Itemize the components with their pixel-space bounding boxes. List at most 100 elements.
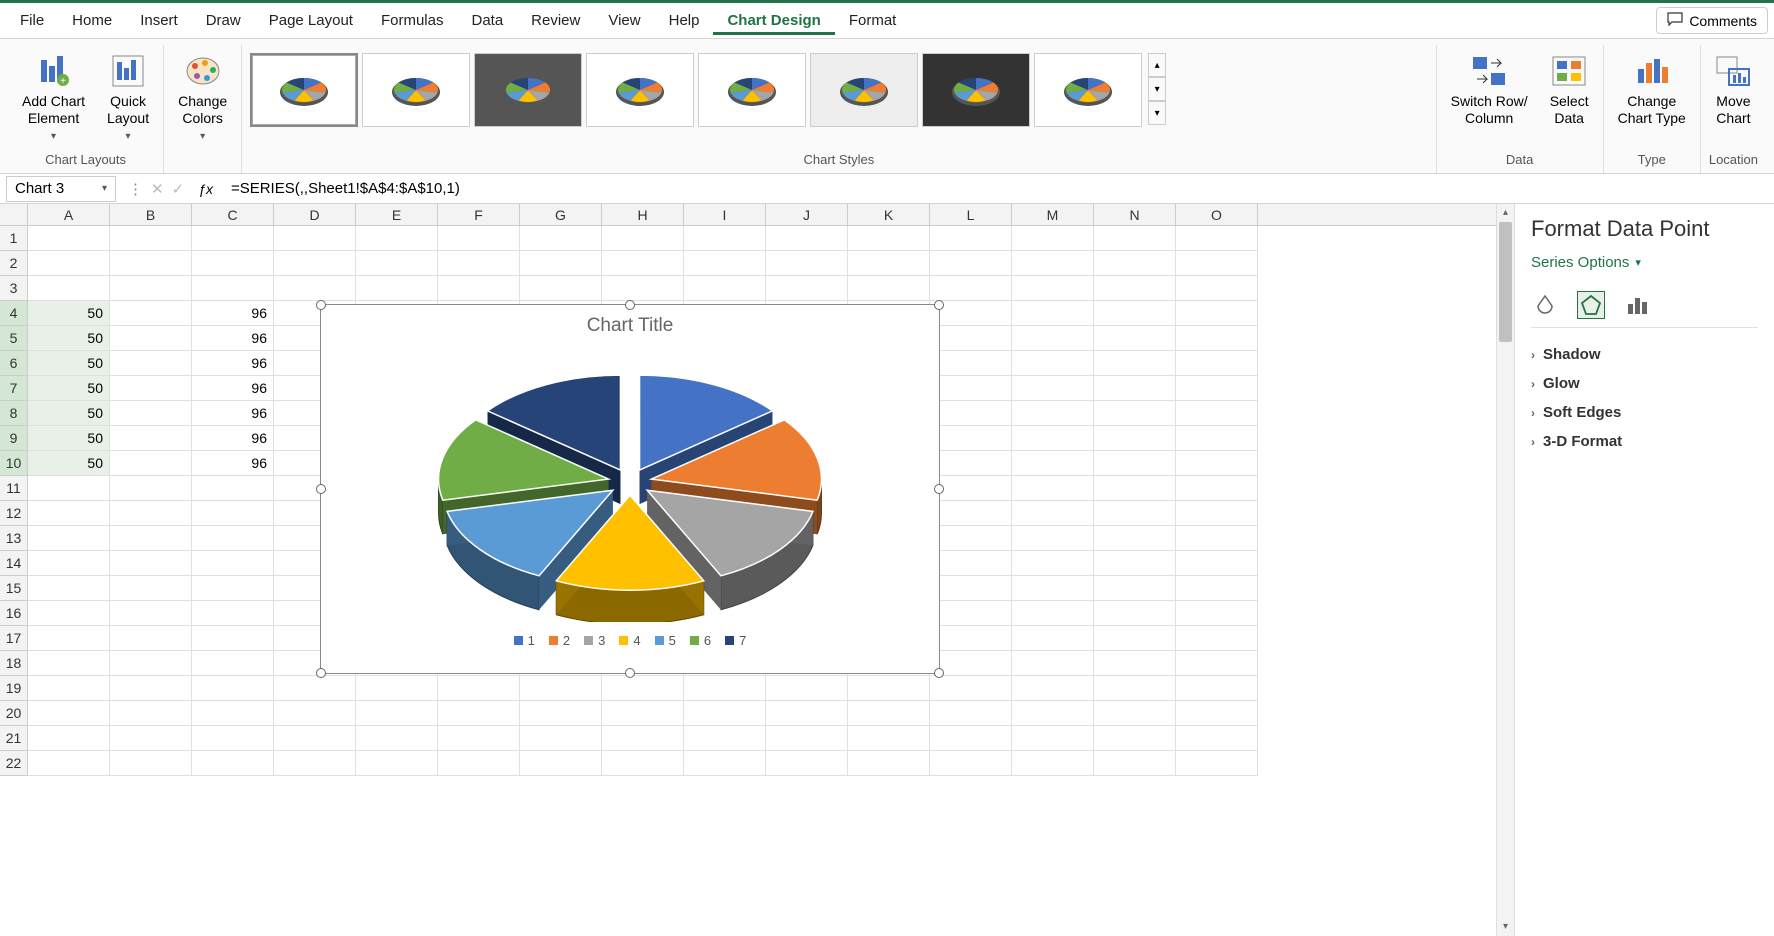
cell-M21[interactable] xyxy=(1012,726,1094,751)
menu-help[interactable]: Help xyxy=(655,6,714,35)
cell-M22[interactable] xyxy=(1012,751,1094,776)
cell-A6[interactable]: 50 xyxy=(28,351,110,376)
cell-O19[interactable] xyxy=(1176,676,1258,701)
cell-A11[interactable] xyxy=(28,476,110,501)
cell-E22[interactable] xyxy=(356,751,438,776)
cell-O22[interactable] xyxy=(1176,751,1258,776)
row-header-12[interactable]: 12 xyxy=(0,501,28,526)
cell-J19[interactable] xyxy=(766,676,848,701)
cell-B21[interactable] xyxy=(110,726,192,751)
cell-L19[interactable] xyxy=(930,676,1012,701)
cell-N22[interactable] xyxy=(1094,751,1176,776)
cell-H21[interactable] xyxy=(602,726,684,751)
column-header-I[interactable]: I xyxy=(684,204,766,225)
cell-C7[interactable]: 96 xyxy=(192,376,274,401)
vertical-scrollbar[interactable]: ▴ ▾ xyxy=(1496,204,1514,936)
cell-O6[interactable] xyxy=(1176,351,1258,376)
cell-O16[interactable] xyxy=(1176,601,1258,626)
resize-handle[interactable] xyxy=(316,300,326,310)
cell-M13[interactable] xyxy=(1012,526,1094,551)
format-section-shadow[interactable]: ›Shadow xyxy=(1531,340,1758,369)
cell-E20[interactable] xyxy=(356,701,438,726)
chart-object[interactable]: Chart Title 1234567 xyxy=(320,304,940,674)
cell-B18[interactable] xyxy=(110,651,192,676)
scroll-down-button[interactable]: ▾ xyxy=(1497,918,1514,936)
cell-G2[interactable] xyxy=(520,251,602,276)
cell-N1[interactable] xyxy=(1094,226,1176,251)
cell-G22[interactable] xyxy=(520,751,602,776)
resize-handle[interactable] xyxy=(934,668,944,678)
cell-C20[interactable] xyxy=(192,701,274,726)
cell-J1[interactable] xyxy=(766,226,848,251)
cell-J21[interactable] xyxy=(766,726,848,751)
cell-N7[interactable] xyxy=(1094,376,1176,401)
cell-B3[interactable] xyxy=(110,276,192,301)
cell-A13[interactable] xyxy=(28,526,110,551)
row-header-3[interactable]: 3 xyxy=(0,276,28,301)
chart-style-5[interactable] xyxy=(698,53,806,127)
series-options-dropdown[interactable]: Series Options ▾ xyxy=(1531,254,1758,271)
cell-F21[interactable] xyxy=(438,726,520,751)
menu-draw[interactable]: Draw xyxy=(192,6,255,35)
cell-M5[interactable] xyxy=(1012,326,1094,351)
row-header-14[interactable]: 14 xyxy=(0,551,28,576)
menu-view[interactable]: View xyxy=(594,6,654,35)
cell-L7[interactable] xyxy=(930,376,1012,401)
cell-B17[interactable] xyxy=(110,626,192,651)
column-header-F[interactable]: F xyxy=(438,204,520,225)
cell-B16[interactable] xyxy=(110,601,192,626)
cell-A8[interactable]: 50 xyxy=(28,401,110,426)
cell-M2[interactable] xyxy=(1012,251,1094,276)
move-chart-button[interactable]: Move Chart xyxy=(1709,49,1757,131)
cell-K2[interactable] xyxy=(848,251,930,276)
cell-M3[interactable] xyxy=(1012,276,1094,301)
cell-F22[interactable] xyxy=(438,751,520,776)
cell-O11[interactable] xyxy=(1176,476,1258,501)
cell-A9[interactable]: 50 xyxy=(28,426,110,451)
column-header-G[interactable]: G xyxy=(520,204,602,225)
gallery-down-button[interactable]: ▾ xyxy=(1148,77,1166,101)
cancel-icon[interactable]: ✕ xyxy=(151,180,164,198)
row-header-2[interactable]: 2 xyxy=(0,251,28,276)
cell-C18[interactable] xyxy=(192,651,274,676)
cell-N13[interactable] xyxy=(1094,526,1176,551)
cell-L9[interactable] xyxy=(930,426,1012,451)
row-header-19[interactable]: 19 xyxy=(0,676,28,701)
cell-F1[interactable] xyxy=(438,226,520,251)
change-colors-button[interactable]: Change Colors ▾ xyxy=(172,49,233,147)
scroll-up-button[interactable]: ▴ xyxy=(1497,204,1514,222)
select-data-button[interactable]: Select Data xyxy=(1544,49,1595,131)
cell-M14[interactable] xyxy=(1012,551,1094,576)
cell-F2[interactable] xyxy=(438,251,520,276)
chart-plot-area[interactable] xyxy=(321,347,939,627)
cell-N14[interactable] xyxy=(1094,551,1176,576)
cell-L2[interactable] xyxy=(930,251,1012,276)
cell-L12[interactable] xyxy=(930,501,1012,526)
column-header-D[interactable]: D xyxy=(274,204,356,225)
column-header-O[interactable]: O xyxy=(1176,204,1258,225)
cell-C6[interactable]: 96 xyxy=(192,351,274,376)
cell-C19[interactable] xyxy=(192,676,274,701)
cell-O5[interactable] xyxy=(1176,326,1258,351)
cell-L10[interactable] xyxy=(930,451,1012,476)
select-all-corner[interactable] xyxy=(0,204,28,225)
cell-M8[interactable] xyxy=(1012,401,1094,426)
cell-B19[interactable] xyxy=(110,676,192,701)
cell-L14[interactable] xyxy=(930,551,1012,576)
cell-O20[interactable] xyxy=(1176,701,1258,726)
cell-G3[interactable] xyxy=(520,276,602,301)
cell-E3[interactable] xyxy=(356,276,438,301)
cell-M4[interactable] xyxy=(1012,301,1094,326)
cell-N2[interactable] xyxy=(1094,251,1176,276)
resize-handle[interactable] xyxy=(316,668,326,678)
cell-C10[interactable]: 96 xyxy=(192,451,274,476)
column-header-M[interactable]: M xyxy=(1012,204,1094,225)
cell-C2[interactable] xyxy=(192,251,274,276)
cell-C14[interactable] xyxy=(192,551,274,576)
cell-B1[interactable] xyxy=(110,226,192,251)
chart-style-3[interactable] xyxy=(474,53,582,127)
column-header-A[interactable]: A xyxy=(28,204,110,225)
menu-file[interactable]: File xyxy=(6,6,58,35)
cell-I19[interactable] xyxy=(684,676,766,701)
cell-A14[interactable] xyxy=(28,551,110,576)
